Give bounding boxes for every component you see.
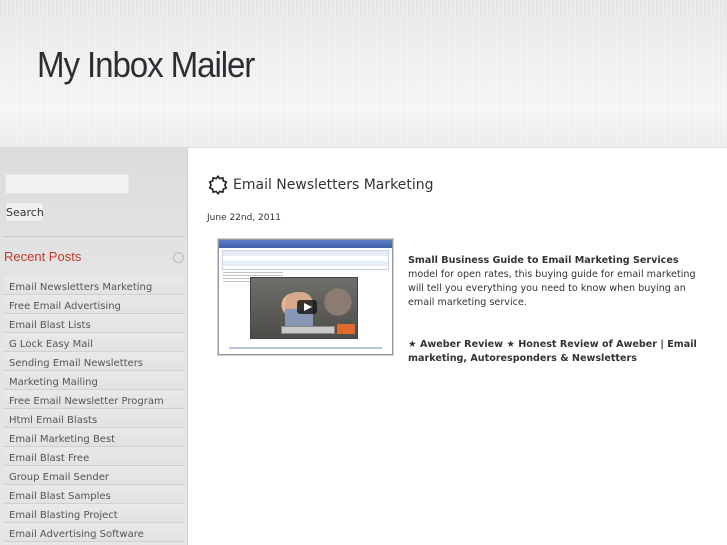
list-item: Email Blast Samples: [4, 485, 184, 504]
sidebar: Search Recent Posts Email Newsletters Ma…: [0, 148, 188, 545]
recent-post-link[interactable]: G Lock Easy Mail: [9, 339, 93, 350]
list-item: Email Blast Free: [4, 447, 184, 466]
list-item: Email Newsletters Marketing: [4, 276, 184, 295]
site-title[interactable]: My Inbox Mailer: [37, 44, 255, 86]
excerpt-link[interactable]: Small Business Guide to Email Marketing …: [408, 255, 679, 266]
recent-post-link[interactable]: Email Advertising Software: [9, 529, 144, 540]
list-item: G Lock Easy Mail: [4, 333, 184, 352]
play-icon[interactable]: [297, 300, 317, 314]
recent-post-link[interactable]: Email Blasting Project: [9, 510, 118, 521]
thumbnail-video: [250, 277, 358, 339]
recent-post-link[interactable]: Free Email Newsletter Program: [9, 396, 164, 407]
recent-post-link[interactable]: Sending Email Newsletters: [9, 358, 143, 369]
search-input[interactable]: [5, 174, 129, 194]
list-item: Html Email Blasts: [4, 409, 184, 428]
recent-posts-title: Recent Posts: [4, 249, 82, 264]
post-thumbnail[interactable]: [218, 239, 393, 355]
aweber-review-link[interactable]: ★ Aweber Review ★ Honest Review of Awebe…: [408, 338, 708, 366]
recent-post-link[interactable]: Group Email Sender: [9, 472, 109, 483]
post-title[interactable]: Email Newsletters Marketing: [233, 177, 434, 193]
list-item: Email Advertising Software: [4, 523, 184, 542]
recent-posts-list: Email Newsletters Marketing Free Email A…: [4, 276, 184, 542]
search-button[interactable]: Search: [5, 202, 44, 222]
thumbnail-titlebar: [219, 240, 392, 248]
recent-post-link[interactable]: Email Blast Free: [9, 453, 89, 464]
gear-icon: [208, 174, 228, 196]
thumbnail-inbox-rows: [222, 250, 389, 270]
recent-post-link[interactable]: Email Marketing Best: [9, 434, 115, 445]
list-item: Email Blasting Project: [4, 504, 184, 523]
thumbnail-caption-bar: [281, 326, 335, 334]
recent-post-link[interactable]: Free Email Advertising: [9, 301, 121, 312]
recent-post-link[interactable]: Email Blast Lists: [9, 320, 91, 331]
post-title-row: Email Newsletters Marketing: [207, 174, 434, 196]
circle-icon: [173, 252, 184, 263]
list-item: Free Email Newsletter Program: [4, 390, 184, 409]
thumbnail-footer-line: [229, 347, 382, 349]
site-header: My Inbox Mailer: [0, 0, 727, 148]
sidebar-divider: [4, 236, 184, 237]
recent-post-link[interactable]: Email Newsletters Marketing: [9, 282, 152, 293]
thumbnail-logo-badge: [337, 324, 355, 334]
post-date: June 22nd, 2011: [207, 213, 281, 223]
list-item: Free Email Advertising: [4, 295, 184, 314]
recent-post-link[interactable]: Html Email Blasts: [9, 415, 97, 426]
list-item: Marketing Mailing: [4, 371, 184, 390]
list-item: Email Marketing Best: [4, 428, 184, 447]
post-excerpt: Small Business Guide to Email Marketing …: [408, 254, 708, 310]
recent-post-link[interactable]: Email Blast Samples: [9, 491, 111, 502]
list-item: Sending Email Newsletters: [4, 352, 184, 371]
excerpt-text: model for open rates, this buying guide …: [408, 269, 696, 308]
list-item: Group Email Sender: [4, 466, 184, 485]
recent-post-link[interactable]: Marketing Mailing: [9, 377, 98, 388]
list-item: Email Blast Lists: [4, 314, 184, 333]
